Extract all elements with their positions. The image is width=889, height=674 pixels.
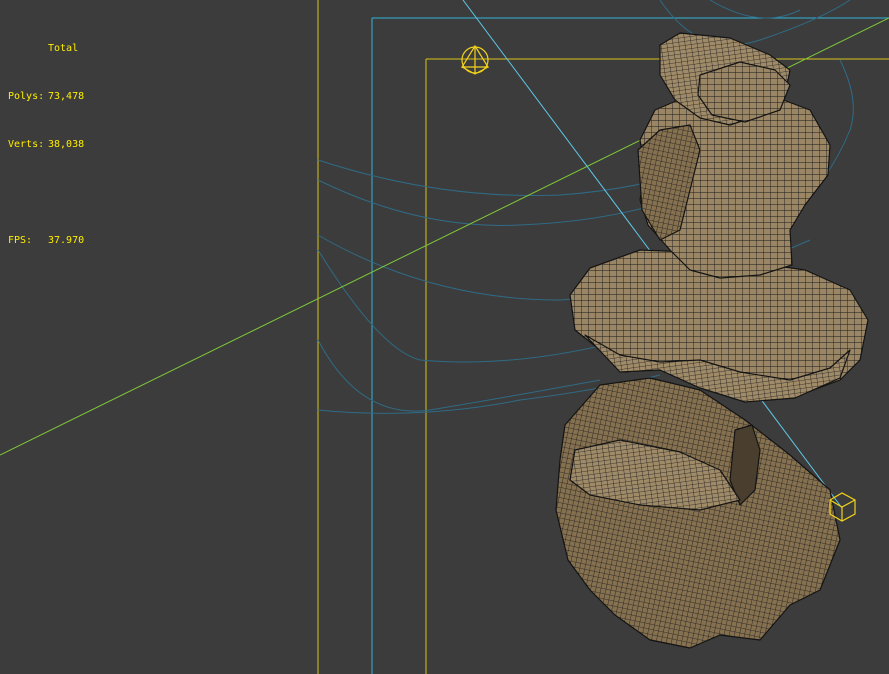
stats-verts-row: Verts: 38,038 <box>8 137 84 153</box>
rock-base <box>555 377 841 649</box>
stats-fps-row: FPS: 37.970 <box>8 233 84 249</box>
stats-verts-label: Verts: <box>8 139 45 150</box>
stats-header: Total <box>48 43 79 54</box>
viewport-statistics: Total Polys: 73,478 Verts: 38,038 FPS: 37.9… <box>8 9 84 281</box>
stats-polys-label: Polys: <box>8 91 45 102</box>
perspective-viewport[interactable]: Total Polys: 73,478 Verts: 38,038 FPS: 37.9… <box>0 0 889 674</box>
stats-fps-label: FPS: <box>8 235 33 246</box>
scene-canvas[interactable] <box>0 0 889 674</box>
stats-gap <box>8 185 84 201</box>
rock-mesh[interactable] <box>555 32 869 649</box>
camera-gizmo-icon[interactable] <box>460 44 490 75</box>
stats-polys-value: 73,478 <box>48 91 85 102</box>
stats-polys-row: Polys: 73,478 <box>8 89 84 105</box>
stats-fps-value: 37.970 <box>48 235 85 246</box>
stats-verts-value: 38,038 <box>48 139 85 150</box>
